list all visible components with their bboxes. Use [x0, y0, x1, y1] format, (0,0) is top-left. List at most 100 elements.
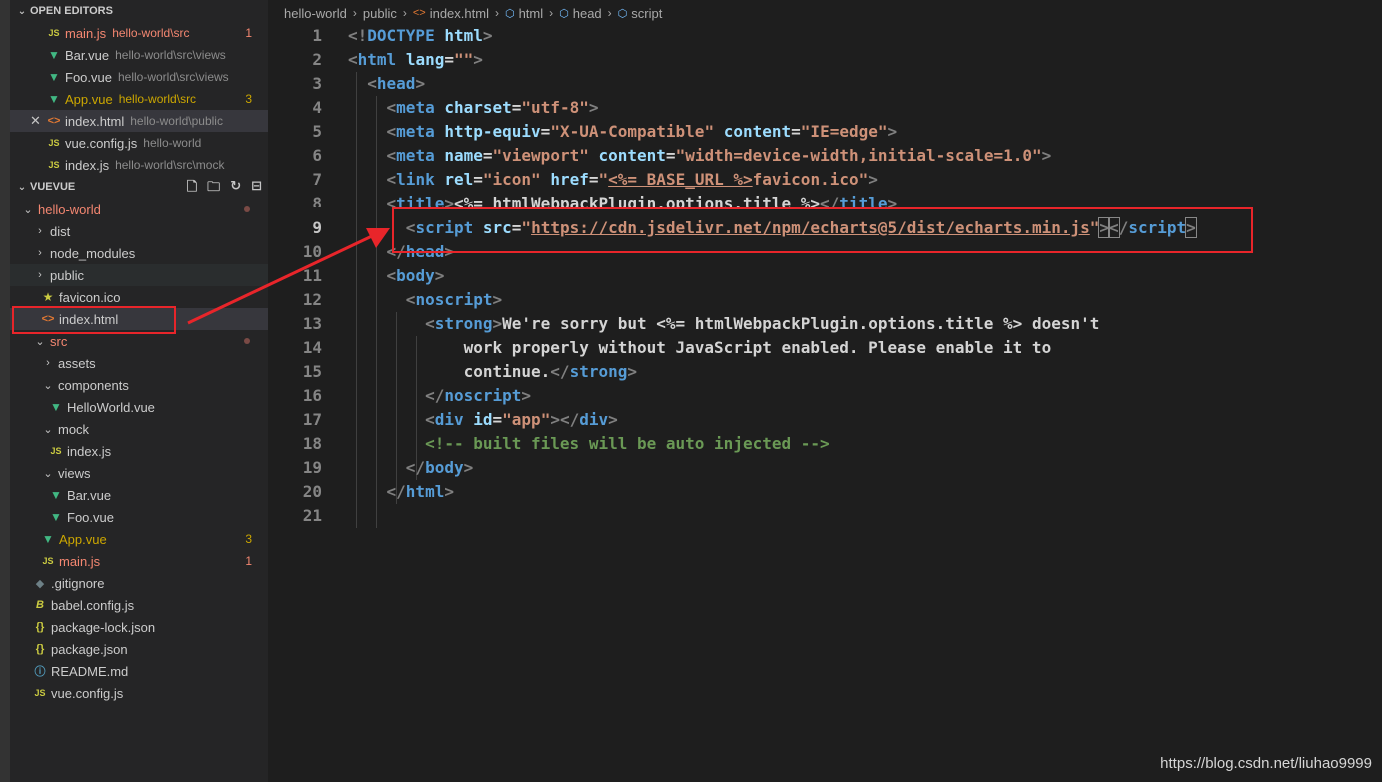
breadcrumb-item[interactable]: html	[519, 6, 544, 21]
open-editor-item-index-html[interactable]: ✕ <> index.html hello-world\public	[10, 110, 268, 132]
refresh-icon[interactable]: ↻	[230, 178, 241, 200]
tree-label: package-lock.json	[51, 619, 156, 635]
js-file-icon: JS	[48, 138, 60, 148]
vue-file-icon: ▼	[50, 510, 62, 524]
tree-file-mock-index[interactable]: JS index.js	[10, 440, 268, 462]
open-editor-name: App.vue	[65, 91, 113, 107]
tree-label: public	[50, 267, 84, 283]
tree-label: views	[58, 465, 91, 481]
tree-label: favicon.ico	[59, 289, 121, 305]
vue-file-icon: ▼	[50, 400, 62, 414]
tree-label: HelloWorld.vue	[67, 399, 155, 415]
chevron-down-icon: ⌄	[17, 181, 27, 193]
tree-label: package.json	[51, 641, 128, 657]
tree-folder-views[interactable]: ⌄ views	[10, 462, 268, 484]
vue-file-icon: ▼	[48, 48, 60, 62]
open-editor-name: index.js	[65, 157, 110, 173]
tree-folder-assets[interactable]: › assets	[10, 352, 268, 374]
tree-folder-hello-world[interactable]: ⌄ hello-world	[10, 198, 268, 220]
open-editor-item-vue-config[interactable]: JS vue.config.js hello-world	[10, 132, 268, 154]
open-editor-path: hello-world\src\views	[117, 70, 229, 84]
tree-folder-dist[interactable]: › dist	[10, 220, 268, 242]
new-folder-icon[interactable]: 🗀	[207, 178, 220, 200]
open-editor-path: hello-world\public	[130, 114, 223, 128]
tree-file-app-vue[interactable]: ▼ App.vue 3	[10, 528, 268, 550]
open-editors-title: OPEN EDITORS	[30, 5, 113, 17]
breadcrumb-item[interactable]: public	[363, 6, 397, 21]
breadcrumb: hello-world › public › <> index.html › ⬡…	[268, 0, 1382, 26]
git-icon: ◆	[35, 577, 45, 590]
breadcrumb-item[interactable]: script	[631, 6, 662, 21]
info-icon: ⓘ	[34, 666, 46, 678]
breadcrumb-item[interactable]: hello-world	[284, 6, 347, 21]
tree-label: mock	[58, 421, 90, 437]
open-editor-item-mock-index[interactable]: JS index.js hello-world\src\mock	[10, 154, 268, 176]
editor-pane: hello-world › public › <> index.html › ⬡…	[268, 0, 1382, 782]
tree-folder-mock[interactable]: ⌄ mock	[10, 418, 268, 440]
tree-label: Foo.vue	[67, 509, 114, 525]
tree-file-readme[interactable]: ⓘ README.md	[10, 660, 268, 682]
new-file-icon[interactable]: 🗋	[187, 178, 197, 200]
chevron-right-icon: ›	[402, 6, 407, 20]
code-line: 20 </html>	[302, 482, 454, 501]
tree-folder-public[interactable]: › public	[10, 264, 268, 286]
open-editor-path: hello-world\src\mock	[115, 158, 225, 172]
open-editor-item-foo-vue[interactable]: ▼ Foo.vue hello-world\src\views	[10, 66, 268, 88]
tree-label: src	[50, 333, 68, 349]
tree-label: hello-world	[38, 201, 101, 217]
code-line: 17 <div id="app"></div>	[302, 410, 618, 429]
js-file-icon: JS	[34, 688, 46, 698]
html-file-icon: <>	[412, 7, 426, 19]
code-line: 16 </noscript>	[302, 386, 532, 405]
open-editor-item-bar-vue[interactable]: ▼ Bar.vue hello-world\src\views	[10, 44, 268, 66]
vue-file-icon: ▼	[48, 92, 60, 106]
problem-badge: 1	[245, 554, 252, 568]
code-line: 15 continue.</strong>	[302, 362, 637, 381]
workspace-header[interactable]: ⌄ VUEVUE 🗋 🗀 ↻ ⊟	[10, 176, 268, 198]
tree-file-vue-config[interactable]: JS vue.config.js	[10, 682, 268, 704]
tree-label: dist	[50, 223, 71, 239]
code-line: 11 <body>	[302, 266, 445, 285]
problem-badge: 1	[245, 26, 252, 40]
tree-label: babel.config.js	[51, 597, 135, 613]
close-icon[interactable]: ✕	[30, 113, 41, 129]
open-editor-item-app-vue[interactable]: ▼ App.vue hello-world\src 3	[10, 88, 268, 110]
tree-file-babel-config[interactable]: B babel.config.js	[10, 594, 268, 616]
open-editor-path: hello-world\src\views	[115, 48, 226, 62]
code-line: 8 <title><%= htmlWebpackPlugin.options.t…	[312, 194, 898, 207]
tree-folder-components[interactable]: ⌄ components	[10, 374, 268, 396]
tree-label: vue.config.js	[51, 685, 124, 701]
babel-icon: B	[36, 599, 44, 611]
tree-file-gitignore[interactable]: ◆ .gitignore	[10, 572, 268, 594]
open-editor-path: hello-world\src	[112, 26, 190, 40]
code-line: 1 <!DOCTYPE html>	[312, 26, 493, 45]
tree-file-favicon[interactable]: ★ favicon.ico	[10, 286, 268, 308]
tree-file-package-json[interactable]: {} package.json	[10, 638, 268, 660]
breadcrumb-item[interactable]: index.html	[430, 6, 489, 21]
open-editor-name: Bar.vue	[65, 47, 110, 63]
tree-file-package-lock[interactable]: {} package-lock.json	[10, 616, 268, 638]
workspace-title: VUEVUE	[30, 181, 76, 193]
tree-folder-node-modules[interactable]: › node_modules	[10, 242, 268, 264]
element-icon: ⬡	[504, 7, 515, 20]
highlight-box-code	[392, 207, 1253, 253]
code-editor[interactable]: 1 <!DOCTYPE html> 2 <html lang=""> 3 <head…	[268, 24, 1382, 528]
open-editor-item-main-js[interactable]: JS main.js hello-world\src 1	[10, 22, 268, 44]
js-file-icon: JS	[48, 28, 60, 38]
vue-file-icon: ▼	[48, 70, 60, 84]
tree-file-foo-vue[interactable]: ▼ Foo.vue	[10, 506, 268, 528]
tree-label: assets	[58, 355, 96, 371]
code-line: 14 work properly without JavaScript enab…	[302, 338, 1052, 357]
tree-file-bar-vue[interactable]: ▼ Bar.vue	[10, 484, 268, 506]
tree-file-main-js[interactable]: JS main.js 1	[10, 550, 268, 572]
collapse-all-icon[interactable]: ⊟	[251, 178, 262, 200]
chevron-down-icon: ⌄	[43, 423, 53, 436]
open-editors-header[interactable]: ⌄ OPEN EDITORS	[10, 0, 268, 22]
tree-file-helloworld-vue[interactable]: ▼ HelloWorld.vue	[10, 396, 268, 418]
tree-label: README.md	[51, 663, 129, 679]
chevron-down-icon: ⌄	[35, 335, 45, 348]
open-editor-name: Foo.vue	[65, 69, 112, 85]
tree-label: node_modules	[50, 245, 136, 261]
problem-badge: 3	[245, 532, 252, 546]
breadcrumb-item[interactable]: head	[573, 6, 602, 21]
